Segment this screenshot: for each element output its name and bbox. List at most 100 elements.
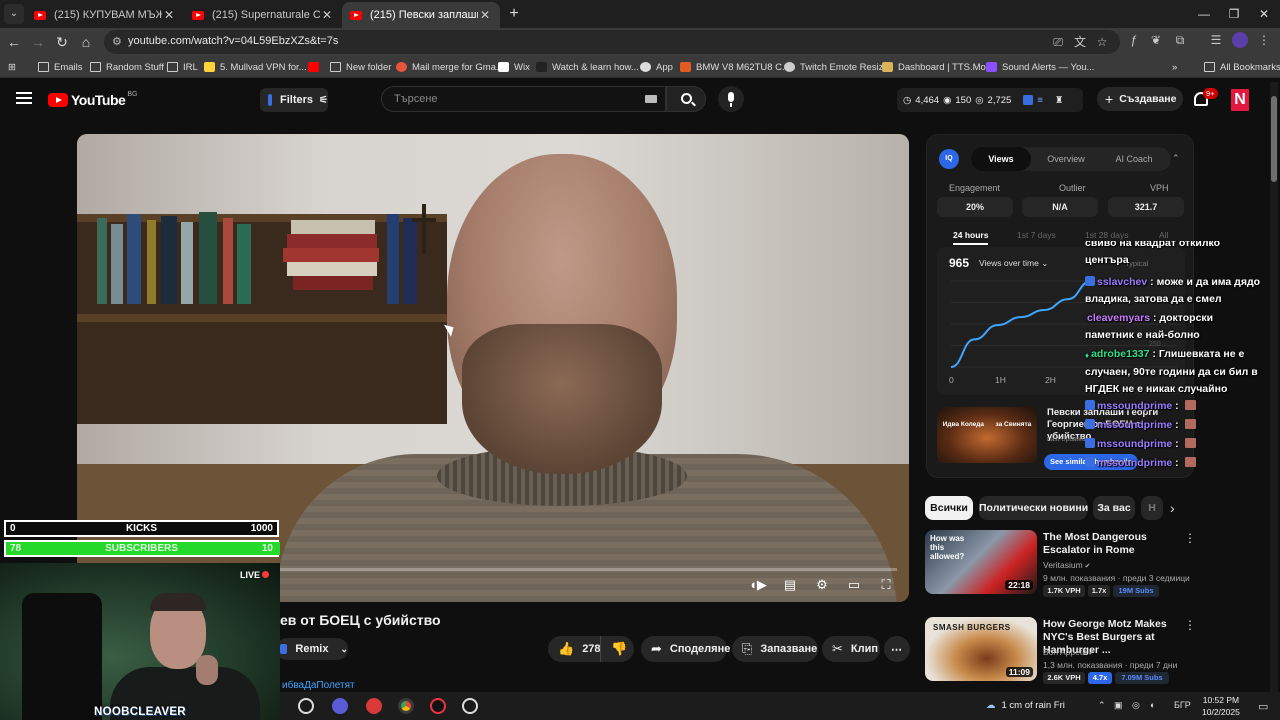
bookmark-twitch-emote[interactable]: Twitch Emote Resizer	[784, 59, 892, 75]
more-options-icon[interactable]: ⋮	[1184, 618, 1196, 632]
all-bookmarks[interactable]: All Bookmarks	[1204, 59, 1280, 75]
omnibox[interactable]: ⚙ youtube.com/watch?v=04L59EbzXZs&t=7s ⎚…	[104, 30, 1120, 54]
mic-icon[interactable]	[718, 86, 744, 112]
bookmark-bmw[interactable]: BMW V8 M62TU8 C...	[680, 59, 790, 75]
bookmark-mullvad[interactable]: 5. Mullvad VPN for...	[204, 59, 307, 75]
profile-icon[interactable]	[1232, 32, 1248, 48]
extension-f-icon[interactable]: ƒ	[1126, 32, 1142, 48]
channel-stats[interactable]: ◷ 4,464 ◉ 150 ◎ 2,725 ≡ ♜	[897, 88, 1083, 112]
restore-icon[interactable]: ❐	[1222, 4, 1246, 24]
apps-icon[interactable]: ⊞	[8, 59, 16, 75]
tab-ai-coach[interactable]: AI Coach	[1101, 147, 1167, 171]
bookmark-dashboard[interactable]: Dashboard | TTS.Mo...	[882, 59, 994, 75]
app-recorder-icon[interactable]	[366, 698, 382, 714]
menu-icon[interactable]	[16, 92, 32, 106]
bookmark-new-folder[interactable]: New folder	[330, 59, 391, 75]
close-icon[interactable]: ✕	[162, 8, 176, 22]
fullscreen-icon[interactable]: ⛶	[877, 577, 895, 595]
subtitles-icon[interactable]: ▤	[781, 577, 799, 595]
page-scrollbar[interactable]	[1270, 82, 1278, 692]
range-1st-7-days[interactable]: 1st 7 days	[1017, 230, 1056, 240]
weather-widget[interactable]: 1 cm of rain Fri	[986, 700, 1065, 711]
range-24-hours[interactable]: 24 hours	[953, 230, 989, 245]
language-indicator[interactable]: БГР	[1174, 700, 1191, 710]
url-text[interactable]: youtube.com/watch?v=04L59EbzXZs&t=7s	[128, 35, 338, 47]
save-button[interactable]: ⎘ Запазване	[732, 636, 818, 662]
minimize-icon[interactable]: —	[1192, 4, 1216, 24]
bookmark-emails[interactable]: Emails	[38, 59, 83, 75]
range-all[interactable]: All	[1159, 230, 1168, 240]
tab-views[interactable]: Views	[971, 147, 1031, 171]
like-button[interactable]: 👍 278	[548, 636, 601, 662]
forward-icon[interactable]: →	[28, 32, 48, 52]
tab-pevski[interactable]: (215) Певски заплаши Георги ✕	[342, 2, 500, 28]
search-input[interactable]: Търсене	[381, 86, 666, 112]
tab-overview[interactable]: Overview	[1033, 147, 1099, 171]
recommended-thumbnail[interactable]: How was this allowed? 22:18	[925, 530, 1037, 594]
tray-chevron-icon[interactable]: ⌃	[1098, 700, 1106, 711]
recommended-channel[interactable]: Bon Appétit	[1043, 647, 1094, 657]
share-button[interactable]: ➦ Споделяне	[641, 636, 730, 662]
extensions-icon[interactable]: ⧉	[1172, 32, 1188, 48]
extension-leaf-icon[interactable]: ❦	[1148, 32, 1164, 48]
clip-button[interactable]: ✂ Клип	[822, 636, 880, 662]
back-icon[interactable]: ←	[4, 32, 24, 52]
autoplay-toggle-icon[interactable]: ◖▶	[747, 577, 769, 595]
recommended-title[interactable]: The Most Dangerous Escalator in Rome	[1043, 531, 1181, 557]
chip-more[interactable]: Н	[1141, 496, 1163, 520]
close-icon[interactable]: ✕	[320, 8, 334, 22]
youtube-logo[interactable]: YouTube BG	[48, 91, 137, 108]
bookmark-mail-merge[interactable]: Mail merge for Gma...	[396, 59, 504, 75]
filters-button[interactable]: Filters ⚟	[260, 88, 328, 112]
avatar[interactable]: N	[1231, 89, 1249, 111]
range-1st-28-days[interactable]: 1st 28 days	[1085, 230, 1128, 240]
more-actions-button[interactable]: ⋯	[884, 636, 910, 662]
taskbar-clock[interactable]: 10:52 PM 10/2/2025	[1202, 694, 1240, 718]
channel-name[interactable]: ибваДаПолетят	[282, 680, 355, 691]
keyboard-icon[interactable]	[645, 95, 657, 103]
bookmark-random-stuff[interactable]: Random Stuff	[90, 59, 164, 75]
network-icon[interactable]: ◎	[1132, 700, 1140, 711]
app-g2-icon[interactable]	[462, 698, 478, 714]
notification-center-icon[interactable]: ▭	[1258, 700, 1268, 713]
bookmark-app[interactable]: App	[640, 59, 673, 75]
bookmark-sound-alerts[interactable]: Sound Alerts — You...	[986, 59, 1094, 75]
chevron-up-icon[interactable]: ⌃	[1172, 153, 1180, 164]
chip-all[interactable]: Всички	[925, 496, 973, 520]
app-g-icon[interactable]	[298, 698, 314, 714]
reload-icon[interactable]: ↻	[52, 32, 72, 52]
chip-political-news[interactable]: Политически новини	[979, 496, 1088, 520]
translate-icon[interactable]: 文	[1072, 34, 1088, 50]
cast-icon[interactable]: ⎚	[1050, 34, 1066, 50]
more-icon[interactable]: ⋮	[1256, 32, 1272, 48]
search-button[interactable]	[666, 86, 706, 112]
home-icon[interactable]: ⌂	[76, 32, 96, 52]
bookmark-wix[interactable]: Wix	[498, 59, 530, 75]
list-icon[interactable]: ≡	[1037, 95, 1043, 106]
tray-app-icon[interactable]: ▣	[1114, 700, 1123, 711]
theater-mode-icon[interactable]: ▭	[845, 577, 863, 595]
chrome-icon[interactable]	[398, 698, 414, 714]
tab-search-button[interactable]: ⌄	[4, 4, 24, 24]
remix-button[interactable]: Remix ⌄	[276, 638, 348, 660]
create-button[interactable]: + Създаване	[1097, 87, 1183, 111]
volume-icon[interactable]: ◐	[1150, 700, 1155, 710]
dislike-button[interactable]: 👎	[600, 636, 634, 662]
scrollbar-thumb[interactable]	[1271, 96, 1277, 182]
new-tab-button[interactable]: +	[504, 4, 524, 24]
suggested-thumbnail[interactable]: Идва Коледа за Свинята	[937, 407, 1037, 463]
chip-for-you[interactable]: За вас	[1093, 496, 1135, 520]
chevron-right-icon[interactable]: »	[1172, 59, 1177, 75]
reading-list-icon[interactable]: ☰	[1208, 32, 1224, 48]
settings-icon[interactable]: ⚙	[813, 577, 831, 595]
recommended-channel[interactable]: Veritasium	[1043, 560, 1091, 570]
site-info-icon[interactable]: ⚙	[112, 35, 122, 48]
recommended-thumbnail[interactable]: SMASH BURGERS 11:09	[925, 617, 1037, 681]
bookmark-irl[interactable]: IRL	[167, 59, 198, 75]
app-discord-icon[interactable]	[332, 698, 348, 714]
bookmark-youtube[interactable]	[308, 59, 324, 75]
tab-kupuvam[interactable]: (215) КУПУВАМ МЪЖКА КОЛА ✕	[26, 2, 184, 28]
app-obs-icon[interactable]	[430, 698, 446, 714]
chevron-right-icon[interactable]: ›	[1170, 500, 1175, 516]
star-icon[interactable]: ☆	[1094, 34, 1110, 50]
